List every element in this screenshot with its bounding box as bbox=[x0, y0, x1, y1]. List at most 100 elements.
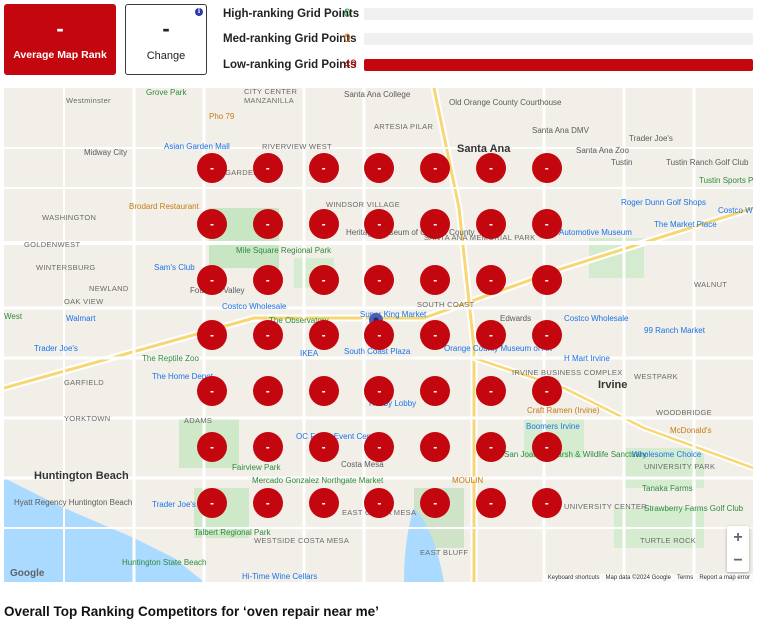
place-label: Automotive Museum bbox=[559, 228, 632, 237]
place-label: IRVINE BUSINESS COMPLEX bbox=[512, 368, 623, 377]
grid-point-pin[interactable]: - bbox=[197, 208, 227, 239]
place-label: Santa Ana Zoo bbox=[576, 146, 629, 155]
place-label: Santa Ana DMV bbox=[532, 126, 589, 135]
grid-point-pin[interactable]: - bbox=[197, 376, 227, 407]
grid-point-pin[interactable]: - bbox=[308, 376, 339, 407]
grid-point-pin[interactable]: - bbox=[531, 376, 562, 407]
place-label: Pho 79 bbox=[209, 112, 235, 121]
zoom-in-button[interactable]: + bbox=[727, 526, 749, 549]
place-label: Edwards bbox=[500, 314, 532, 323]
place-label: RIVERVIEW WEST bbox=[262, 142, 332, 151]
place-label: The Reptile Zoo bbox=[142, 354, 199, 363]
grid-point-pin[interactable]: - bbox=[531, 264, 562, 295]
grid-point-pin[interactable]: - bbox=[308, 487, 339, 518]
place-label: SOUTH COAST bbox=[417, 300, 475, 309]
grid-point-pin[interactable]: - bbox=[252, 208, 283, 239]
place-label: Costco Wholesale bbox=[222, 302, 287, 311]
zoom-controls: + − bbox=[727, 526, 749, 572]
place-label: Tustin Ranch Golf Club bbox=[666, 158, 749, 167]
grid-point-pin[interactable]: - bbox=[476, 432, 506, 462]
place-label: Costco Wh bbox=[718, 206, 753, 215]
grid-point-pin[interactable]: - bbox=[420, 153, 451, 183]
grid-point-pin[interactable]: - bbox=[531, 487, 562, 518]
grid-point-pin[interactable]: - bbox=[364, 208, 395, 239]
grid-point-pin[interactable]: - bbox=[420, 264, 451, 295]
grid-point-pin[interactable]: - bbox=[252, 432, 283, 462]
grid-point-pin[interactable]: - bbox=[420, 208, 451, 239]
grid-point-pin[interactable]: - bbox=[531, 432, 562, 462]
grid-point-pin[interactable]: - bbox=[252, 153, 283, 183]
place-label: Midway City bbox=[84, 148, 128, 157]
grid-point-pin[interactable]: - bbox=[420, 432, 451, 462]
place-label: WOODBRIDGE bbox=[656, 408, 712, 417]
average-map-rank-card: - Average Map Rank bbox=[4, 4, 116, 75]
grid-point-pin[interactable]: - bbox=[252, 487, 283, 518]
place-label: WESTPARK bbox=[634, 372, 678, 381]
place-label: Asian Garden Mall bbox=[164, 142, 230, 151]
place-label: Wholesome Choice bbox=[632, 450, 702, 459]
stat-med-row: Med-ranking Grid Points 0 bbox=[223, 32, 362, 46]
place-label: MANZANILLA bbox=[244, 96, 295, 105]
place-label: H Mart Irvine bbox=[564, 354, 610, 363]
place-label: NEWLAND bbox=[89, 284, 129, 293]
grid-point-pin[interactable]: - bbox=[252, 264, 283, 295]
grid-point-pin[interactable]: - bbox=[197, 264, 227, 295]
average-map-rank-label: Average Map Rank bbox=[13, 49, 107, 61]
google-logo: Google bbox=[10, 568, 45, 579]
change-card: i - Change bbox=[125, 4, 207, 75]
info-icon[interactable]: i bbox=[195, 8, 203, 16]
place-label: Roger Dunn Golf Shops bbox=[621, 198, 706, 207]
grid-point-pin[interactable]: - bbox=[197, 153, 227, 183]
place-label: WINTERSBURG bbox=[36, 263, 96, 272]
place-label: Huntington State Beach bbox=[122, 558, 207, 567]
place-label: West bbox=[4, 312, 23, 321]
grid-point-pin[interactable]: - bbox=[308, 153, 339, 183]
place-label: Hi-Time Wine Cellars bbox=[242, 572, 318, 581]
place-label: ADAMS bbox=[184, 416, 213, 425]
stat-low-row: Low-ranking Grid Points 49 bbox=[223, 58, 362, 72]
grid-point-pin[interactable]: - bbox=[308, 208, 339, 239]
grid-point-pin[interactable]: - bbox=[476, 208, 506, 239]
grid-point-pin[interactable]: - bbox=[308, 264, 339, 295]
terms-link[interactable]: Terms bbox=[677, 575, 693, 581]
stat-med-bar bbox=[364, 33, 753, 45]
stat-low-count: 49 bbox=[344, 59, 357, 71]
place-label: Boomers Irvine bbox=[526, 422, 580, 431]
keyboard-shortcuts-link[interactable]: Keyboard shortcuts bbox=[548, 575, 600, 581]
grid-point-pin[interactable]: - bbox=[308, 320, 339, 351]
grid-point-pin[interactable]: - bbox=[476, 264, 506, 295]
place-label: Hyatt Regency Huntington Beach bbox=[14, 498, 133, 507]
place-label: Tustin bbox=[611, 158, 633, 167]
grid-point-pin[interactable]: - bbox=[420, 487, 451, 518]
grid-point-pin[interactable]: - bbox=[531, 320, 562, 351]
grid-point-pin[interactable]: - bbox=[197, 487, 227, 518]
report-error-link[interactable]: Report a map error bbox=[699, 575, 750, 581]
rank-grid-map[interactable]: Westminster Grove Park CITY CENTER MANZA… bbox=[4, 88, 753, 582]
place-label: GARFIELD bbox=[64, 378, 104, 387]
grid-point-pin[interactable]: - bbox=[476, 487, 506, 518]
grid-point-pin[interactable]: - bbox=[531, 208, 562, 239]
place-label: WASHINGTON bbox=[42, 213, 97, 222]
grid-point-pin[interactable]: - bbox=[476, 153, 506, 183]
zoom-out-button[interactable]: − bbox=[727, 549, 749, 572]
grid-point-pin[interactable]: - bbox=[364, 487, 395, 518]
grid-point-pin[interactable]: - bbox=[252, 376, 283, 407]
grid-point-pin[interactable]: - bbox=[252, 320, 283, 351]
grid-point-pin[interactable]: - bbox=[197, 432, 227, 462]
stat-low-bar bbox=[364, 59, 753, 71]
stat-high-count: 0 bbox=[344, 8, 351, 20]
grid-point-pin[interactable]: - bbox=[476, 376, 506, 407]
grid-point-pin[interactable]: - bbox=[308, 432, 339, 462]
place-label: Santa Ana College bbox=[344, 90, 411, 99]
place-label: 99 Ranch Market bbox=[644, 326, 705, 335]
place-label: YORKTOWN bbox=[64, 414, 111, 423]
grid-point-pin[interactable]: - bbox=[531, 153, 562, 183]
place-label: Santa Ana bbox=[457, 143, 511, 155]
stat-low-bar-fill bbox=[364, 59, 753, 71]
place-label: Irvine bbox=[598, 379, 628, 391]
stat-low-label: Low-ranking Grid Points bbox=[223, 59, 357, 71]
place-label: Westminster bbox=[66, 96, 111, 105]
place-label: Trader Joe's bbox=[152, 500, 196, 509]
grid-point-pin[interactable]: - bbox=[364, 264, 395, 295]
place-label: WALNUT bbox=[694, 280, 728, 289]
